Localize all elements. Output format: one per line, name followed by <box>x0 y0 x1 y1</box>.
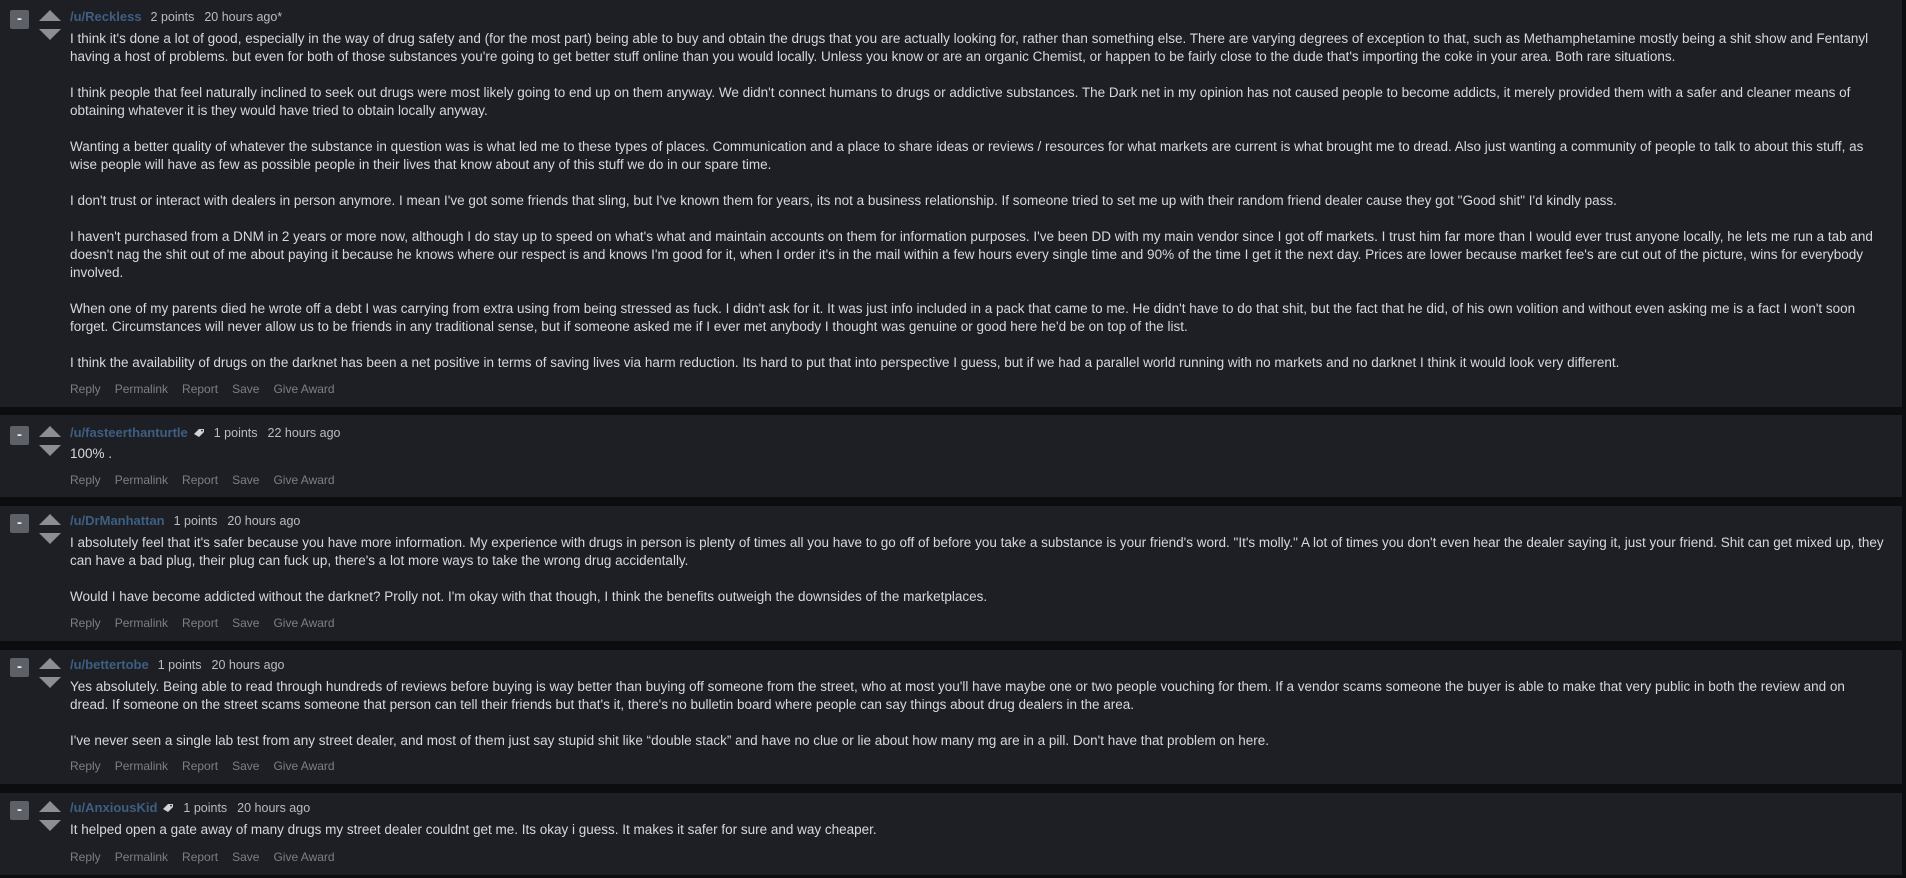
comment-body: I think it's done a lot of good, especia… <box>70 30 1886 372</box>
upvote-arrow-icon[interactable] <box>38 512 62 526</box>
comment-points: 1 points <box>173 513 218 528</box>
permalink-link[interactable]: Permalink <box>115 850 168 864</box>
comment: - /u/fasteerthanturtle 1 points 22 hours ag… <box>0 415 1902 497</box>
comment-paragraph: Yes absolutely. Being able to read throu… <box>70 679 1845 712</box>
comment-points: 1 points <box>183 800 228 815</box>
give-award-link[interactable]: Give Award <box>273 850 334 864</box>
vote-controls <box>38 799 62 835</box>
collapse-button[interactable]: - <box>10 801 29 820</box>
downvote-arrow-icon[interactable] <box>38 28 62 42</box>
author-link[interactable]: /u/Reckless <box>70 9 142 24</box>
comment-body: 100% . <box>70 445 1886 463</box>
upvote-arrow-icon[interactable] <box>38 8 62 22</box>
user-flair-icon <box>163 803 174 812</box>
reply-link[interactable]: Reply <box>70 473 101 487</box>
comment-paragraph: When one of my parents died he wrote off… <box>70 301 1856 334</box>
reply-link[interactable]: Reply <box>70 616 101 630</box>
permalink-link[interactable]: Permalink <box>115 616 168 630</box>
comment-points: 2 points <box>150 9 195 24</box>
give-award-link[interactable]: Give Award <box>273 616 334 630</box>
downvote-arrow-icon[interactable] <box>38 819 62 833</box>
author-link[interactable]: /u/AnxiousKid <box>70 800 157 815</box>
reply-link[interactable]: Reply <box>70 382 101 396</box>
collapse-button[interactable]: - <box>10 658 29 677</box>
reply-link[interactable]: Reply <box>70 850 101 864</box>
author-link[interactable]: /u/DrManhattan <box>70 513 165 528</box>
save-link[interactable]: Save <box>232 616 259 630</box>
give-award-link[interactable]: Give Award <box>273 759 334 773</box>
report-link[interactable]: Report <box>182 473 218 487</box>
downvote-arrow-icon[interactable] <box>38 676 62 690</box>
comment: - /u/AnxiousKid 1 points 20 hours ago It hel… <box>0 793 1902 875</box>
comment-points: 1 points <box>213 425 258 440</box>
comment-body: It helped open a gate away of many drugs… <box>70 821 1886 839</box>
comment-actions: Reply Permalink Report Save Give Award <box>70 382 335 396</box>
downvote-arrow-icon[interactable] <box>38 532 62 546</box>
comment-meta: /u/DrManhattan 1 points 20 hours ago <box>70 513 300 528</box>
comment-paragraph: 100% . <box>70 446 113 461</box>
downvote-arrow-icon[interactable] <box>38 444 62 458</box>
comment-actions: Reply Permalink Report Save Give Award <box>70 850 335 864</box>
comment-timestamp: 20 hours ago <box>237 800 311 815</box>
comment: - /u/Reckless 2 points 20 hours ago* I think… <box>0 0 1902 407</box>
save-link[interactable]: Save <box>232 382 259 396</box>
collapse-button[interactable]: - <box>10 426 29 445</box>
comment-paragraph: Would I have become addicted without the… <box>70 589 988 604</box>
author-link[interactable]: /u/fasteerthanturtle <box>70 425 188 440</box>
upvote-arrow-icon[interactable] <box>38 656 62 670</box>
comment-meta: /u/bettertobe 1 points 20 hours ago <box>70 657 285 672</box>
comment: - /u/DrManhattan 1 points 20 hours ago I abs… <box>0 506 1902 641</box>
comment-points: 1 points <box>157 657 202 672</box>
comment: - /u/bettertobe 1 points 20 hours ago Yes ab… <box>0 650 1902 784</box>
comment-actions: Reply Permalink Report Save Give Award <box>70 616 335 630</box>
permalink-link[interactable]: Permalink <box>115 759 168 773</box>
comment-paragraph: I think it's done a lot of good, especia… <box>70 31 1869 64</box>
comment-meta: /u/AnxiousKid 1 points 20 hours ago <box>70 800 310 815</box>
report-link[interactable]: Report <box>182 850 218 864</box>
report-link[interactable]: Report <box>182 616 218 630</box>
report-link[interactable]: Report <box>182 382 218 396</box>
comment-paragraph: I haven't purchased from a DNM in 2 year… <box>70 229 1873 280</box>
comment-paragraph: Wanting a better quality of whatever the… <box>70 139 1864 172</box>
comment-paragraph: I've never seen a single lab test from a… <box>70 733 1270 748</box>
comment-paragraph: I think people that feel naturally incli… <box>70 85 1851 118</box>
vote-controls <box>38 8 62 44</box>
save-link[interactable]: Save <box>232 850 259 864</box>
comment-timestamp: 20 hours ago <box>211 657 285 672</box>
permalink-link[interactable]: Permalink <box>115 382 168 396</box>
vote-controls <box>38 424 62 460</box>
comment-paragraph: I think the availability of drugs on the… <box>70 355 1620 370</box>
comment-paragraph: I absolutely feel that it's safer becaus… <box>70 535 1884 568</box>
comment-timestamp: 20 hours ago* <box>204 9 283 24</box>
upvote-arrow-icon[interactable] <box>38 424 62 438</box>
collapse-button[interactable]: - <box>10 10 29 29</box>
give-award-link[interactable]: Give Award <box>273 382 334 396</box>
give-award-link[interactable]: Give Award <box>273 473 334 487</box>
collapse-button[interactable]: - <box>10 514 29 533</box>
save-link[interactable]: Save <box>232 473 259 487</box>
vote-controls <box>38 656 62 692</box>
save-link[interactable]: Save <box>232 759 259 773</box>
comment-body: I absolutely feel that it's safer becaus… <box>70 534 1886 606</box>
comment-paragraph: I don't trust or interact with dealers i… <box>70 193 1617 208</box>
vote-controls <box>38 512 62 548</box>
comment-actions: Reply Permalink Report Save Give Award <box>70 759 335 773</box>
comment-actions: Reply Permalink Report Save Give Award <box>70 473 335 487</box>
comment-timestamp: 22 hours ago <box>267 425 341 440</box>
comment-body: Yes absolutely. Being able to read throu… <box>70 678 1886 750</box>
author-link[interactable]: /u/bettertobe <box>70 657 149 672</box>
comment-paragraph: It helped open a gate away of many drugs… <box>70 822 877 837</box>
user-flair-icon <box>193 428 204 437</box>
reply-link[interactable]: Reply <box>70 759 101 773</box>
comment-timestamp: 20 hours ago <box>227 513 301 528</box>
upvote-arrow-icon[interactable] <box>38 799 62 813</box>
comment-meta: /u/fasteerthanturtle 1 points 22 hours ago <box>70 425 341 440</box>
report-link[interactable]: Report <box>182 759 218 773</box>
comment-meta: /u/Reckless 2 points 20 hours ago* <box>70 9 282 24</box>
permalink-link[interactable]: Permalink <box>115 473 168 487</box>
